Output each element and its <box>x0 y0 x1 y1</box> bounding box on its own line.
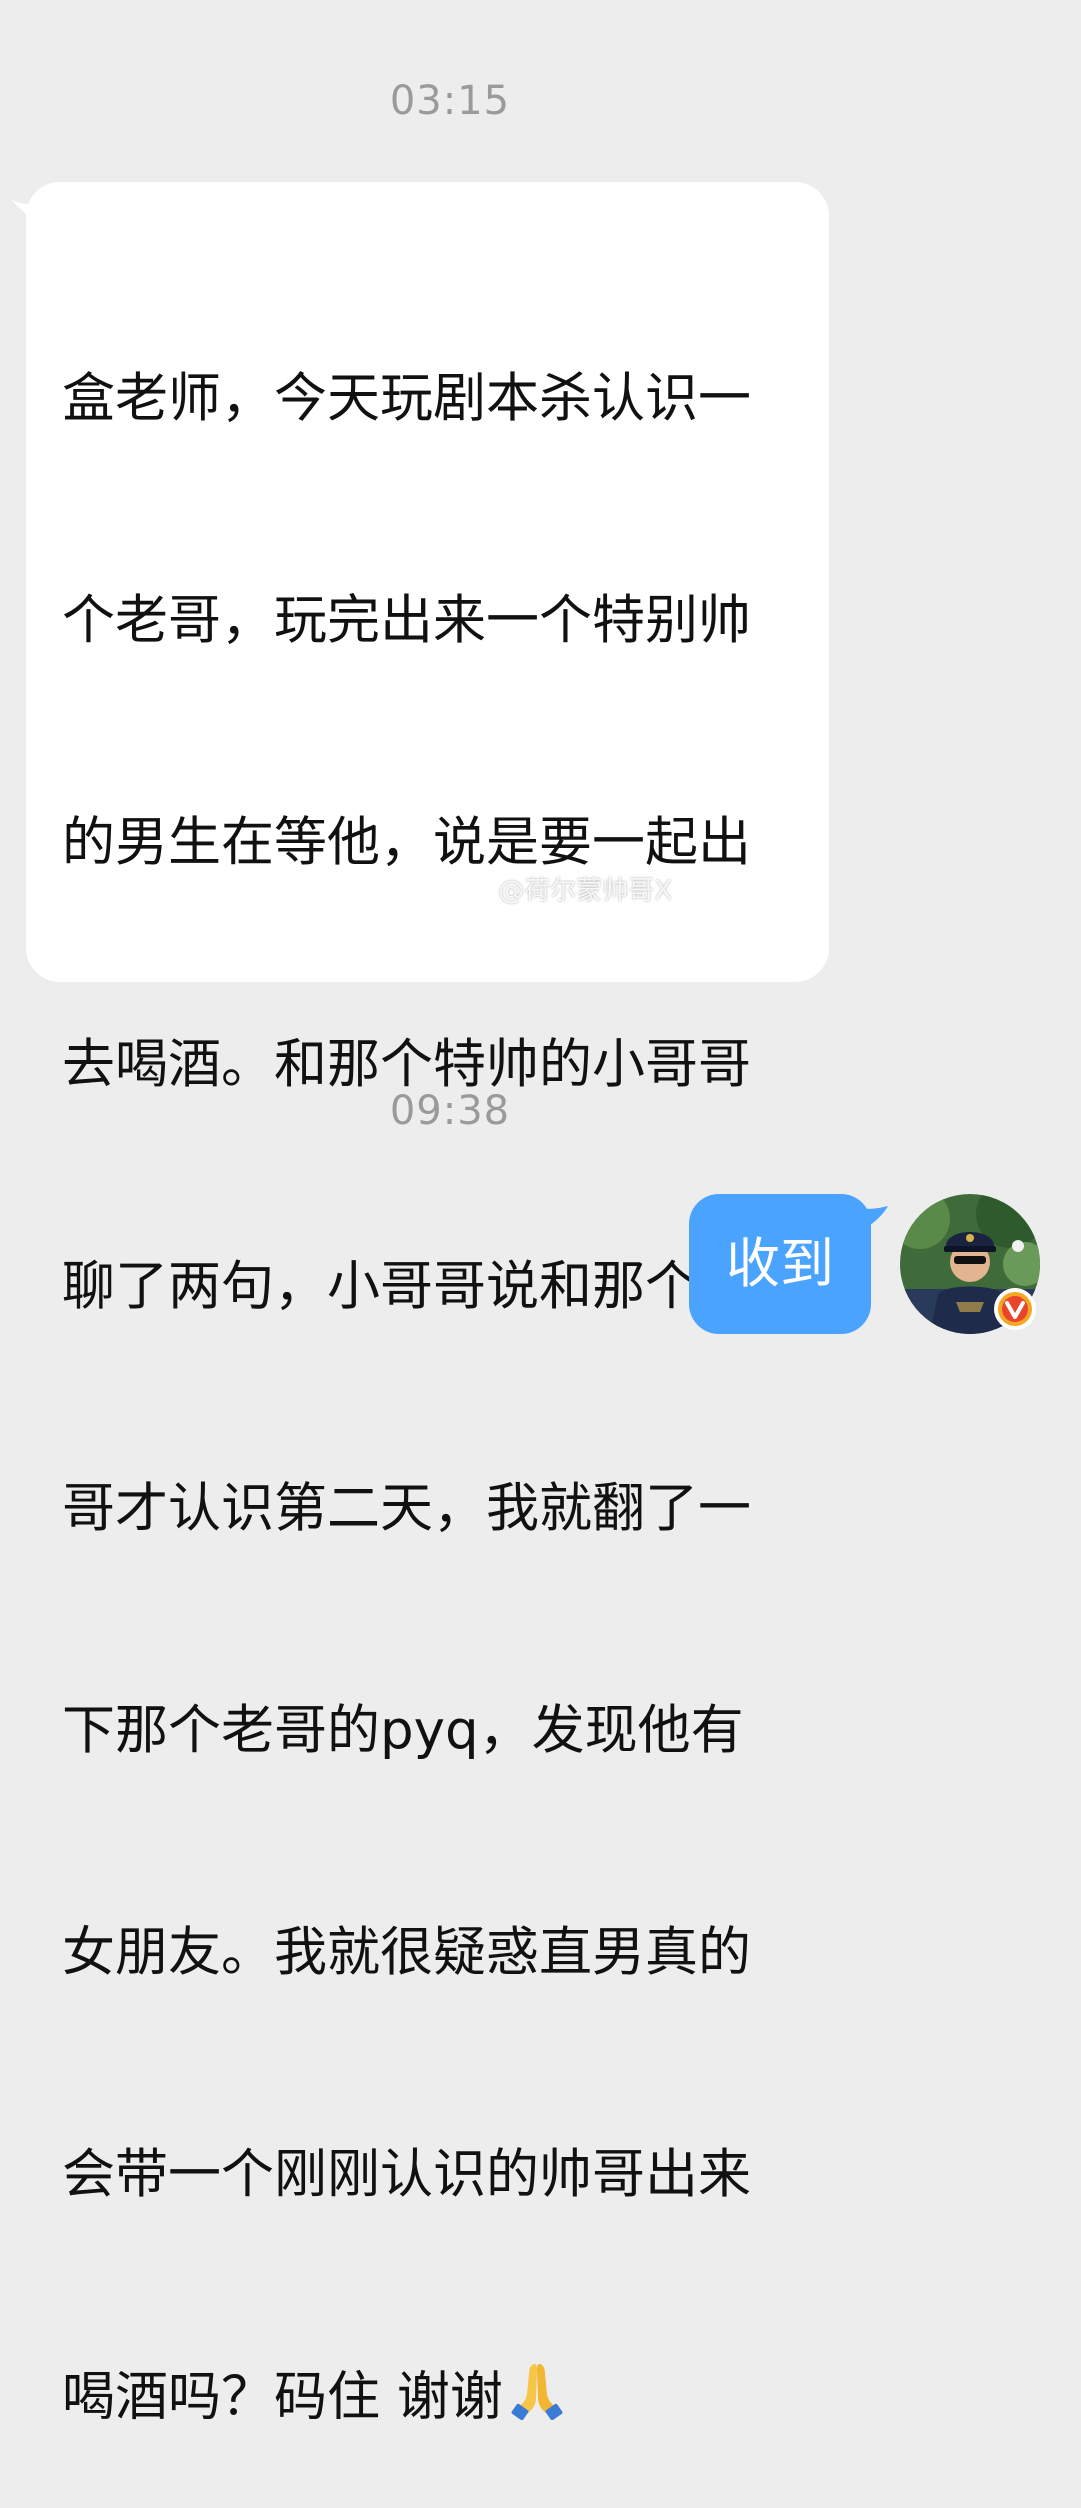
verified-v-icon <box>994 1288 1036 1330</box>
pray-emoji-icon <box>509 2360 565 2440</box>
outgoing-message-text: 收到 <box>726 1232 834 1295</box>
weibo-logo-icon <box>456 876 494 906</box>
watermark: @荷尔蒙帅哥X <box>456 870 672 907</box>
message-line: 哥才认识第二天，我就翻了一 <box>62 1478 751 1539</box>
message-line-last: 喝酒吗？码住 谢谢 <box>62 2360 802 2434</box>
message-line-last-text: 喝酒吗？码住 谢谢 <box>62 2366 503 2428</box>
message-line: 的男生在等他，说是要一起出 <box>62 812 751 873</box>
timestamp-second: 09:38 <box>389 1088 511 1134</box>
message-line: 个老哥，玩完出来一个特别帅 <box>62 590 751 651</box>
incoming-message-text: 盒老师，今天玩剧本杀认识一 个老哥，玩完出来一个特别帅 的男生在等他，说是要一起… <box>62 214 802 2508</box>
message-line: 会带一个刚刚认识的帅哥出来 <box>62 2144 751 2205</box>
message-line: 盒老师，今天玩剧本杀认识一 <box>62 368 751 429</box>
watermark-text: @荷尔蒙帅哥X <box>498 876 673 906</box>
timestamp-first: 03:15 <box>389 78 511 124</box>
message-line: 女朋友。我就很疑惑直男真的 <box>62 1922 751 1983</box>
message-line: 下那个老哥的pyq，发现他有 <box>62 1700 744 1761</box>
